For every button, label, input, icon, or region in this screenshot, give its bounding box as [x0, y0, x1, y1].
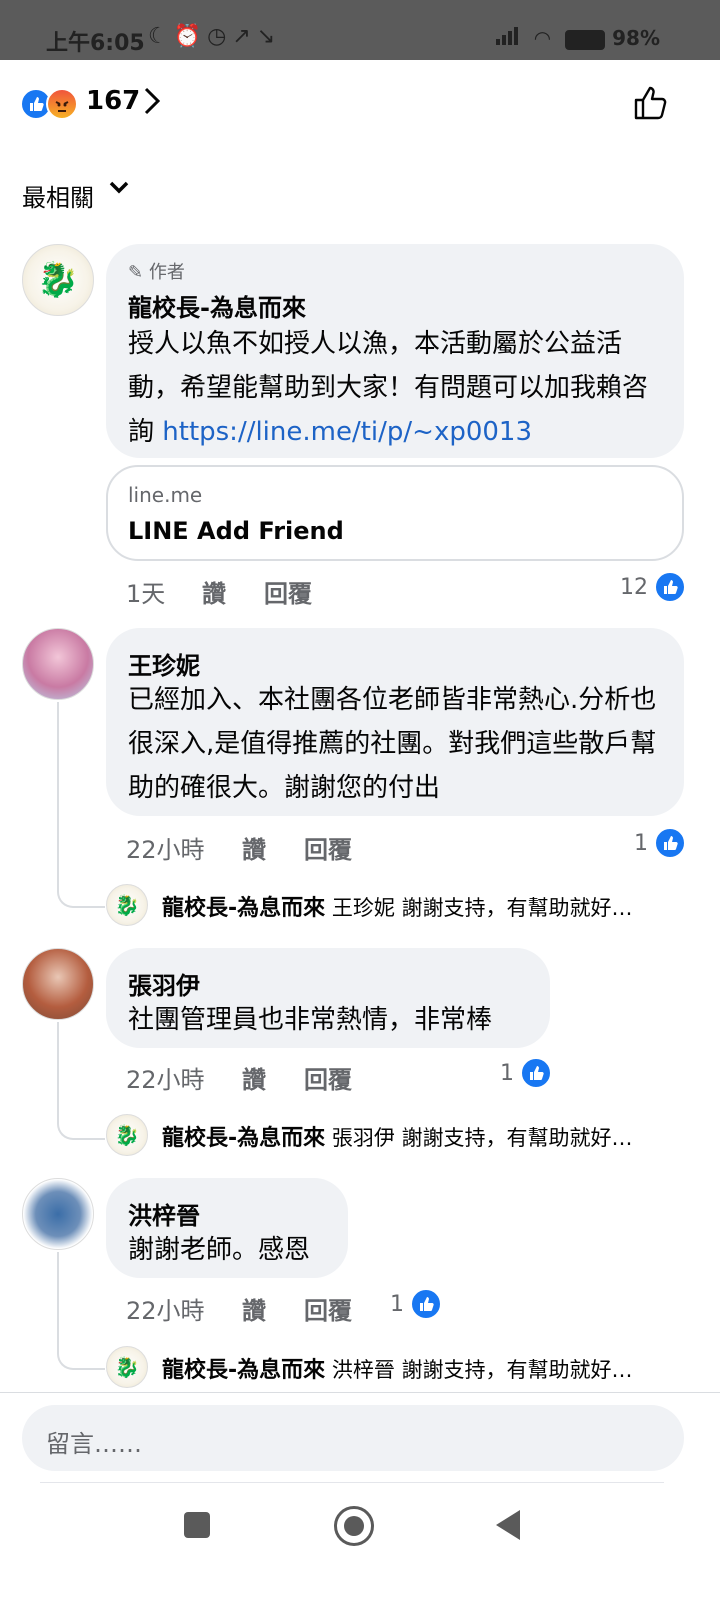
comment-bubble[interactable]: 洪梓晉 謝謝老師。感恩: [106, 1178, 348, 1278]
avatar[interactable]: [22, 1178, 94, 1250]
battery-icon: [565, 29, 606, 50]
status-bar: 上午6:05 ☾⏰◷↗↘ ◠ 98%: [0, 0, 720, 60]
like-button[interactable]: 讚: [242, 1060, 266, 1095]
comment-text: 已經加入、本社團各位老師皆非常熱心.分析也很深入,是值得推薦的社團。對我們這些散…: [128, 685, 657, 803]
dragon-icon: 🐉: [114, 893, 140, 917]
comment-time: 22小時: [126, 1066, 205, 1094]
thread-connector: [57, 1112, 105, 1140]
like-outline-icon[interactable]: [632, 84, 670, 122]
pencil-icon: ✎: [128, 262, 144, 283]
like-badge-icon: [654, 571, 686, 603]
comment-bubble[interactable]: 張羽伊 社團管理員也非常熱情，非常棒: [106, 948, 550, 1048]
comment-author-name[interactable]: 張羽伊: [128, 966, 200, 1001]
sort-label[interactable]: 最相關: [22, 178, 94, 213]
chevron-right-icon[interactable]: [142, 86, 162, 123]
reply-text: 王珍妮 謝謝支持，有幫助就好…: [331, 896, 633, 920]
reply-text: 洪梓晉 謝謝支持，有幫助就好…: [331, 1358, 633, 1382]
status-time: 上午6:05: [46, 31, 145, 56]
card-domain: line.me: [128, 483, 203, 507]
reply-button[interactable]: 回覆: [304, 830, 352, 865]
like-button[interactable]: 讚: [242, 1291, 266, 1326]
divider: [40, 1482, 664, 1483]
status-right: ◠ 98%: [495, 26, 660, 50]
dragon-icon: 🐉: [114, 1355, 140, 1379]
reply-author: 龍校長-為息而來: [162, 1126, 326, 1151]
thread-line: [57, 702, 59, 882]
comment-time: 22小時: [126, 1297, 205, 1325]
recent-apps-icon[interactable]: [184, 1512, 210, 1538]
dragon-icon: 🐉: [114, 1123, 140, 1147]
reply-preview[interactable]: 龍校長-為息而來 張羽伊 謝謝支持，有幫助就好…: [162, 1120, 684, 1152]
card-title: LINE Add Friend: [128, 517, 344, 545]
comment-text: 授人以魚不如授人以漁，本活動屬於公益活動，希望能幫助到大家！有問題可以加我賴咨詢…: [128, 329, 649, 447]
like-badge-icon: [410, 1288, 442, 1320]
comment-time: 22小時: [126, 836, 205, 864]
home-icon[interactable]: [334, 1506, 374, 1546]
reply-button[interactable]: 回覆: [264, 574, 312, 609]
trend-icon: ↗: [232, 24, 257, 49]
moon-icon: ☾: [148, 24, 174, 49]
angry-reaction-icon: [46, 88, 78, 120]
status-icons: ☾⏰◷↗↘: [148, 24, 281, 49]
reply-button[interactable]: 回覆: [304, 1291, 352, 1326]
reply-preview[interactable]: 龍校長-為息而來 王珍妮 謝謝支持，有幫助就好…: [162, 890, 684, 922]
dragon-icon: 🐉: [36, 260, 80, 300]
comment-author-name[interactable]: 洪梓晉: [128, 1196, 200, 1231]
comment-like-count[interactable]: 1: [634, 831, 648, 856]
comment-link[interactable]: https://line.me/ti/p/~xp0013: [162, 417, 532, 447]
link-preview-card[interactable]: line.me LINE Add Friend: [106, 465, 684, 561]
comment-author-name[interactable]: 王珍妮: [128, 646, 200, 681]
trend-down-icon: ↘: [256, 24, 282, 49]
chevron-down-icon[interactable]: [108, 176, 130, 204]
like-button[interactable]: 讚: [202, 574, 226, 609]
avatar[interactable]: [22, 948, 94, 1020]
comment-like-count[interactable]: 1: [500, 1061, 514, 1086]
reply-preview[interactable]: 龍校長-為息而來 洪梓晉 謝謝支持，有幫助就好…: [162, 1352, 684, 1384]
wifi-icon: ◠: [534, 26, 551, 50]
comment-like-count[interactable]: 1: [390, 1292, 404, 1317]
comment-author-name[interactable]: 龍校長-為息而來: [128, 288, 306, 323]
comment-text: 社團管理員也非常熱情，非常棒: [128, 1005, 493, 1035]
thread-line: [57, 1022, 59, 1114]
reaction-icons[interactable]: [20, 88, 80, 120]
comment-time: 1天: [126, 580, 166, 608]
divider: [0, 1392, 720, 1393]
reply-button[interactable]: 回覆: [304, 1060, 352, 1095]
reply-author: 龍校長-為息而來: [162, 1358, 326, 1383]
author-tag: ✎ 作者: [128, 262, 185, 283]
thread-line: [57, 1252, 59, 1344]
comment-text: 謝謝老師。感恩: [128, 1235, 311, 1265]
like-badge-icon: [520, 1057, 552, 1089]
comment-bubble[interactable]: ✎ 作者 龍校長-為息而來 授人以魚不如授人以漁，本活動屬於公益活動，希望能幫助…: [106, 244, 684, 458]
comment-input-placeholder[interactable]: 留言……: [46, 1424, 142, 1459]
reaction-count[interactable]: 167: [86, 86, 140, 116]
battery-percent: 98%: [612, 26, 660, 50]
comment-bubble[interactable]: 王珍妮 已經加入、本社團各位老師皆非常熱心.分析也很深入,是值得推薦的社團。對我…: [106, 628, 684, 816]
avatar[interactable]: 🐉: [22, 244, 94, 316]
thread-connector: [57, 880, 105, 908]
comment-like-count[interactable]: 12: [620, 575, 648, 600]
like-button[interactable]: 讚: [242, 830, 266, 865]
back-icon[interactable]: [496, 1510, 520, 1540]
thread-connector: [57, 1342, 105, 1370]
alarm-icon: ⏰: [173, 24, 208, 49]
reply-text: 張羽伊 謝謝支持，有幫助就好…: [331, 1126, 633, 1150]
avatar[interactable]: 🐉: [106, 1114, 148, 1156]
like-badge-icon: [654, 827, 686, 859]
alarm-icon: ◷: [207, 24, 233, 49]
reply-author: 龍校長-為息而來: [162, 896, 326, 921]
avatar[interactable]: 🐉: [106, 884, 148, 926]
avatar[interactable]: 🐉: [106, 1346, 148, 1388]
signal-icon: [495, 26, 520, 50]
avatar[interactable]: [22, 628, 94, 700]
